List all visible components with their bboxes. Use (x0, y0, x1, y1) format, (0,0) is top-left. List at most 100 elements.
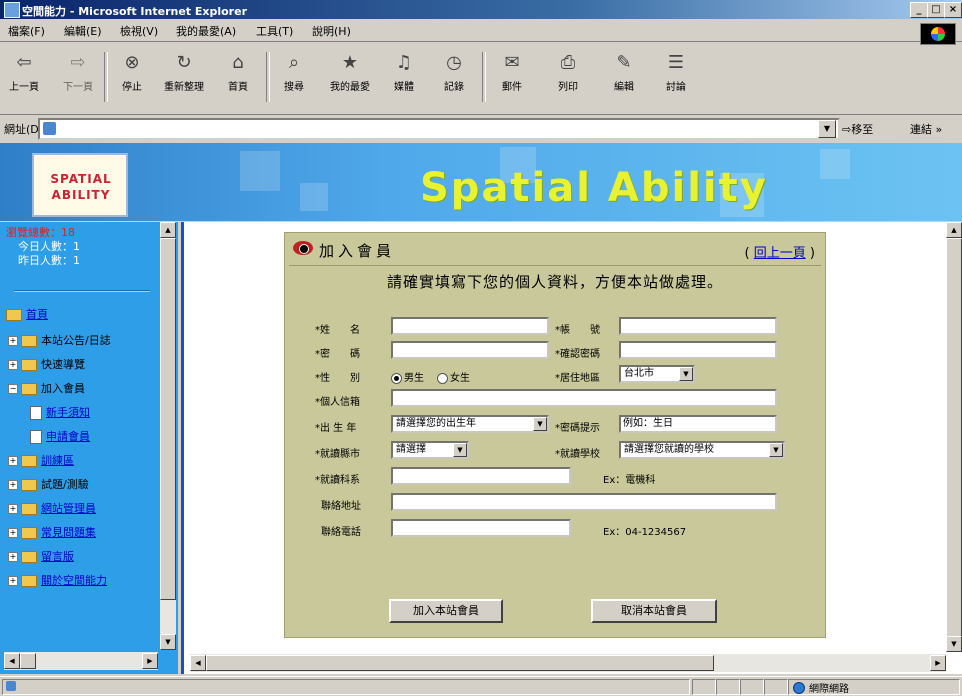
password-field[interactable] (391, 341, 549, 359)
radio-female[interactable] (437, 372, 448, 384)
links-button[interactable]: 連結 » (910, 121, 942, 137)
sidebar-item-announcements[interactable]: + 本站公告/日誌 (8, 332, 111, 348)
sidebar-scroll-thumb[interactable] (160, 238, 176, 600)
sidebar-item-faq[interactable]: + 常見問題集 (8, 524, 96, 540)
phone-field[interactable] (391, 519, 571, 537)
phone-label: 聯絡電話 (321, 527, 361, 538)
school-select[interactable]: 請選擇您就讀的學校 ▼ (619, 441, 785, 459)
search-button[interactable]: ⌕ 搜尋 (274, 46, 314, 102)
menu-tools[interactable]: 工具(T) (256, 23, 293, 39)
cancel-member-button[interactable]: 取消本站會員 (591, 599, 717, 623)
confirm-password-field[interactable] (619, 341, 777, 359)
menu-view[interactable]: 檢視(V) (120, 23, 158, 39)
scroll-right-icon[interactable]: ▶ (930, 655, 946, 671)
account-field[interactable] (619, 317, 777, 335)
expand-icon[interactable]: + (8, 552, 18, 562)
chevron-down-icon[interactable]: ▼ (769, 443, 783, 457)
sidebar-item-label[interactable]: 留言版 (41, 550, 74, 563)
menu-help[interactable]: 說明(H) (312, 23, 351, 39)
gender-male-option[interactable]: 男生 (391, 369, 424, 384)
mail-button[interactable]: ✉ 郵件 (492, 46, 532, 102)
email-field[interactable] (391, 389, 777, 407)
back-link-text[interactable]: 回上一頁 (754, 246, 806, 261)
maximize-button[interactable]: □ (927, 2, 945, 18)
chevron-down-icon[interactable]: ▼ (679, 367, 693, 381)
expand-icon[interactable]: + (8, 456, 18, 466)
scroll-down-icon[interactable]: ▼ (946, 636, 962, 652)
sidebar-item-label[interactable]: 網站管理員 (41, 502, 96, 515)
sidebar-item-label[interactable]: 首頁 (26, 308, 48, 321)
sidebar-item-label[interactable]: 申請會員 (46, 430, 90, 443)
scroll-right-icon[interactable]: ▶ (142, 653, 158, 669)
password-hint-field[interactable]: 例如：生日 (619, 415, 777, 433)
content-vertical-scrollbar[interactable]: ▲ ▼ (946, 222, 962, 652)
sidebar-item-label[interactable]: 新手須知 (46, 406, 90, 419)
sidebar-item-label[interactable]: 常見問題集 (41, 526, 96, 539)
stop-button[interactable]: ⊗ 停止 (112, 46, 152, 102)
close-button[interactable]: × (944, 2, 962, 18)
print-button[interactable]: ⎙ 列印 (548, 46, 588, 102)
chevron-down-icon[interactable]: ▼ (453, 443, 467, 457)
address-dropdown-icon[interactable]: ▼ (818, 120, 836, 138)
content-horizontal-scrollbar[interactable]: ◀ ▶ (190, 654, 946, 672)
site-logo[interactable]: SPATIAL ABILITY (32, 153, 128, 217)
department-field[interactable] (391, 467, 571, 485)
school-city-select[interactable]: 請選擇 ▼ (391, 441, 469, 459)
minimize-button[interactable]: _ (910, 2, 928, 18)
expand-icon[interactable]: + (8, 360, 18, 370)
sidebar-item-apply[interactable]: 申請會員 (30, 428, 90, 444)
expand-icon[interactable]: + (8, 528, 18, 538)
scroll-up-icon[interactable]: ▲ (946, 222, 962, 238)
go-button[interactable]: ⇨移至 (842, 121, 873, 137)
sidebar-item-newbie[interactable]: 新手須知 (30, 404, 90, 420)
menu-edit[interactable]: 編輯(E) (64, 23, 102, 39)
content-scroll-thumb[interactable] (946, 238, 962, 638)
region-select[interactable]: 台北市 ▼ (619, 365, 695, 383)
sidebar-item-label[interactable]: 關於空間能力 (41, 574, 107, 587)
expand-icon[interactable]: + (8, 504, 18, 514)
menu-file[interactable]: 檔案(F) (8, 23, 45, 39)
sidebar-hscroll-thumb[interactable] (20, 653, 36, 669)
sidebar-vertical-scrollbar[interactable]: ▲ ▼ (160, 222, 176, 650)
favorites-button[interactable]: ★ 我的最愛 (330, 46, 370, 102)
gender-female-option[interactable]: 女生 (437, 369, 470, 384)
scroll-down-icon[interactable]: ▼ (160, 634, 176, 650)
content-frame: 加入會員 ( 回上一頁 ) 請確實填寫下您的個人資料，方便本站做處理。 *姓 名… (181, 222, 962, 674)
birth-year-select[interactable]: 請選擇您的出生年 ▼ (391, 415, 549, 433)
back-link[interactable]: ( 回上一頁 ) (745, 242, 815, 261)
discuss-button[interactable]: ☰ 討論 (656, 46, 696, 102)
forward-button[interactable]: ⇨ 下一頁 (58, 46, 98, 102)
sidebar-item-about[interactable]: + 關於空間能力 (8, 572, 107, 588)
sidebar-item-tests[interactable]: + 試題/測驗 (8, 476, 89, 492)
radio-male[interactable] (391, 372, 402, 384)
expand-icon[interactable]: + (8, 480, 18, 490)
home-button[interactable]: ⌂ 首頁 (218, 46, 258, 102)
name-field[interactable] (391, 317, 549, 335)
expand-icon[interactable]: + (8, 336, 18, 346)
address-input[interactable] (38, 118, 840, 140)
edit-button[interactable]: ✎ 編輯 (604, 46, 644, 102)
address-field[interactable] (391, 493, 777, 511)
back-button[interactable]: ⇦ 上一頁 (4, 46, 44, 102)
sidebar-item-home[interactable]: 首頁 (6, 306, 48, 322)
expand-icon[interactable]: + (8, 576, 18, 586)
history-button[interactable]: ◷ 記錄 (434, 46, 474, 102)
content-hscroll-thumb[interactable] (206, 655, 714, 671)
sidebar-item-label: 快速導覽 (41, 358, 85, 371)
sidebar-item-label[interactable]: 訓練區 (41, 454, 74, 467)
scroll-left-icon[interactable]: ◀ (190, 655, 206, 671)
scroll-left-icon[interactable]: ◀ (4, 653, 20, 669)
menu-favorites[interactable]: 我的最愛(A) (176, 23, 236, 39)
sidebar-item-guestbook[interactable]: + 留言版 (8, 548, 74, 564)
chevron-down-icon[interactable]: ▼ (533, 417, 547, 431)
refresh-button[interactable]: ↻ 重新整理 (164, 46, 204, 102)
sidebar-item-training[interactable]: + 訓練區 (8, 452, 74, 468)
scroll-up-icon[interactable]: ▲ (160, 222, 176, 238)
join-member-button[interactable]: 加入本站會員 (389, 599, 503, 623)
sidebar-item-quick-guide[interactable]: + 快速導覽 (8, 356, 85, 372)
sidebar-horizontal-scrollbar[interactable]: ◀ ▶ (4, 652, 158, 670)
sidebar-item-admin[interactable]: + 網站管理員 (8, 500, 96, 516)
collapse-icon[interactable]: − (8, 384, 18, 394)
sidebar-item-join[interactable]: − 加入會員 (8, 380, 85, 396)
media-button[interactable]: ♫ 媒體 (384, 46, 424, 102)
